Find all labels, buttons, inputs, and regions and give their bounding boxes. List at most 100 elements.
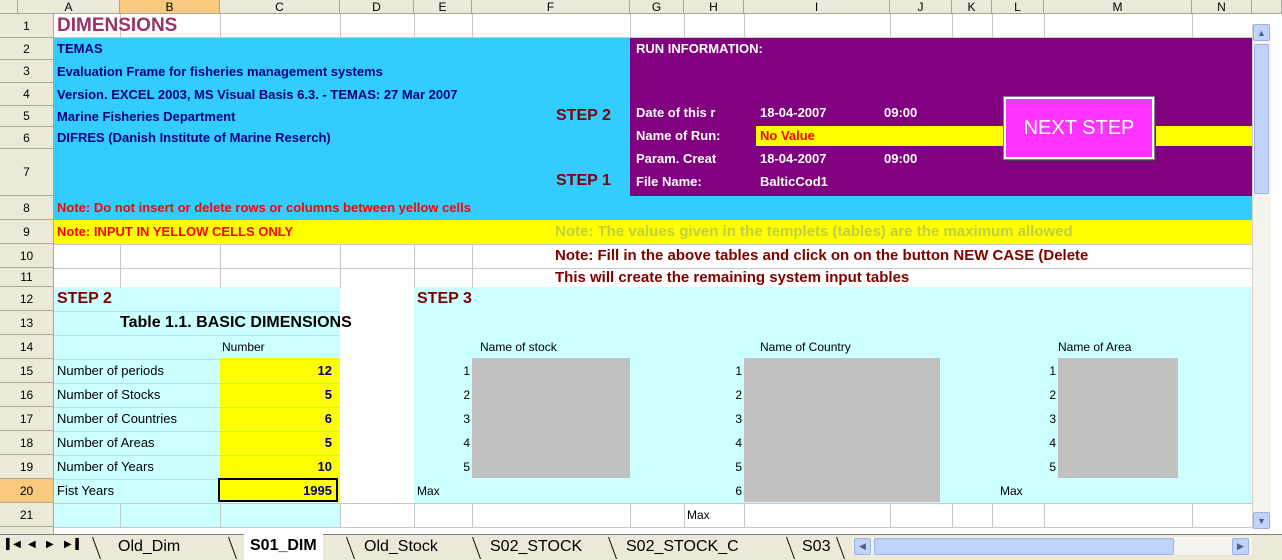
horizontal-scrollbar[interactable]: ◀ ▶ [852, 537, 1252, 555]
active-cell-cursor[interactable] [218, 478, 338, 502]
first-sheet-icon[interactable]: ▌◀ [6, 539, 21, 550]
column-header[interactable]: D [340, 0, 414, 14]
vertical-scrollbar[interactable]: ▲ ▼ [1252, 24, 1271, 529]
last-sheet-icon[interactable]: ▶▐ [64, 539, 79, 550]
stock-index: 1 [463, 364, 470, 378]
dimension-label: Number of periods [57, 363, 164, 378]
row-header[interactable]: 18 [0, 431, 54, 455]
row-header[interactable]: 21 [0, 503, 54, 527]
country-index: 6 [735, 484, 742, 498]
area-index: 1 [1049, 364, 1056, 378]
sheet-tab[interactable]: Old_Stock [364, 535, 438, 559]
row-header[interactable]: 4 [0, 83, 54, 106]
stock-name-header: Name of stock [480, 340, 557, 354]
prev-sheet-icon[interactable]: ◀ [28, 539, 36, 550]
row-header[interactable]: 11 [0, 268, 54, 287]
country-index: 4 [735, 436, 742, 450]
column-header[interactable]: N [1192, 0, 1252, 14]
column-header[interactable]: H [684, 0, 744, 14]
dimension-value[interactable]: 5 [220, 431, 332, 455]
spreadsheet-grid[interactable]: A B C D E F G H I J K L M N 1 2 3 4 5 6 … [0, 0, 1282, 560]
area-index: 4 [1049, 436, 1056, 450]
version-text: Version. EXCEL 2003, MS Visual Basis 6.3… [57, 87, 458, 102]
dimension-label: Number of Years [57, 459, 154, 474]
sheet-tab[interactable]: Old_Dim [118, 535, 180, 559]
sheet-tab[interactable]: S02_STOCK_C [626, 535, 739, 559]
column-header[interactable]: L [992, 0, 1044, 14]
run-name-label: Name of Run: [636, 128, 721, 143]
row-header[interactable]: 6 [0, 127, 54, 149]
param-time: 09:00 [884, 151, 918, 166]
next-step-button[interactable]: NEXT STEP [1003, 96, 1155, 160]
row-header[interactable]: 1 [0, 14, 54, 38]
row-header[interactable]: 7 [0, 149, 54, 196]
row-header[interactable]: 13 [0, 311, 54, 335]
scroll-left-icon[interactable]: ◀ [854, 538, 871, 555]
row-header[interactable]: 2 [0, 38, 54, 60]
country-index: 5 [735, 460, 742, 474]
stock-name-input-cells[interactable] [472, 358, 630, 478]
column-header[interactable]: G [630, 0, 684, 14]
sheet-tab-active[interactable]: S01_DIM [244, 534, 323, 560]
row-header[interactable]: 5 [0, 106, 54, 127]
table-title: Table 1.1. BASIC DIMENSIONS [120, 314, 352, 331]
eval-frame-text: Evaluation Frame for fisheries managemen… [57, 64, 383, 79]
country-index: 2 [735, 388, 742, 402]
row-header-selected[interactable]: 20 [0, 479, 54, 503]
page-title: DIMENSIONS [57, 15, 178, 36]
step1-small-label: STEP 1 [556, 172, 611, 189]
hscroll-thumb[interactable] [874, 538, 1174, 555]
column-header[interactable]: M [1044, 0, 1192, 14]
column-header[interactable]: K [952, 0, 992, 14]
row-header[interactable]: 3 [0, 60, 54, 83]
row-header[interactable]: 10 [0, 244, 54, 268]
row-header[interactable]: 14 [0, 335, 54, 359]
row-header[interactable]: 16 [0, 383, 54, 407]
sheet-tab[interactable]: S03 [802, 535, 830, 559]
column-header[interactable]: J [890, 0, 952, 14]
country-name-input-cells[interactable] [744, 358, 940, 502]
step2-label: STEP 2 [57, 290, 112, 307]
row-header[interactable]: 9 [0, 220, 54, 244]
dimension-value[interactable]: 12 [220, 359, 332, 383]
row-header[interactable]: 15 [0, 359, 54, 383]
column-header[interactable]: F [472, 0, 630, 14]
country-index: 3 [735, 412, 742, 426]
date-label: Date of this r [636, 105, 716, 120]
note-remaining-tables: This will create the remaining system in… [555, 269, 910, 286]
run-info-heading: RUN INFORMATION: [636, 41, 763, 56]
row-header[interactable]: 8 [0, 196, 54, 220]
date-value: 18-04-2007 [760, 105, 827, 120]
run-name-value[interactable]: No Value [760, 124, 815, 148]
dimension-value[interactable]: 10 [220, 455, 332, 479]
dimension-value[interactable]: 6 [220, 407, 332, 431]
area-max-label: Max [1000, 484, 1023, 498]
select-all-corner[interactable] [0, 0, 18, 14]
column-header[interactable]: E [414, 0, 472, 14]
column-header[interactable]: A [18, 0, 120, 14]
dimension-label: Fist Years [57, 483, 115, 498]
scroll-down-icon[interactable]: ▼ [1253, 512, 1270, 529]
column-header[interactable]: C [220, 0, 340, 14]
param-value: 18-04-2007 [760, 151, 827, 166]
area-name-input-cells[interactable] [1058, 358, 1178, 478]
area-name-header: Name of Area [1058, 340, 1132, 354]
param-label: Param. Creat [636, 151, 717, 166]
next-sheet-icon[interactable]: ▶ [46, 539, 54, 550]
difres-text: DIFRES (Danish Institute of Marine Reser… [57, 130, 331, 145]
step3-label: STEP 3 [417, 290, 472, 307]
scroll-thumb[interactable] [1254, 44, 1269, 194]
area-index: 5 [1049, 460, 1056, 474]
row-header[interactable]: 12 [0, 287, 54, 311]
dimension-value[interactable]: 5 [220, 383, 332, 407]
country-name-header: Name of Country [760, 340, 851, 354]
sheet-tab[interactable]: S02_STOCK [490, 535, 582, 559]
scroll-right-icon[interactable]: ▶ [1232, 538, 1249, 555]
scroll-up-icon[interactable]: ▲ [1253, 24, 1270, 41]
row-header[interactable]: 17 [0, 407, 54, 431]
column-header-selected[interactable]: B [120, 0, 220, 14]
note-input-yellow: Note: INPUT IN YELLOW CELLS ONLY [57, 224, 294, 239]
file-name-label: File Name: [636, 174, 702, 189]
column-header[interactable]: I [744, 0, 890, 14]
row-header[interactable]: 19 [0, 455, 54, 479]
